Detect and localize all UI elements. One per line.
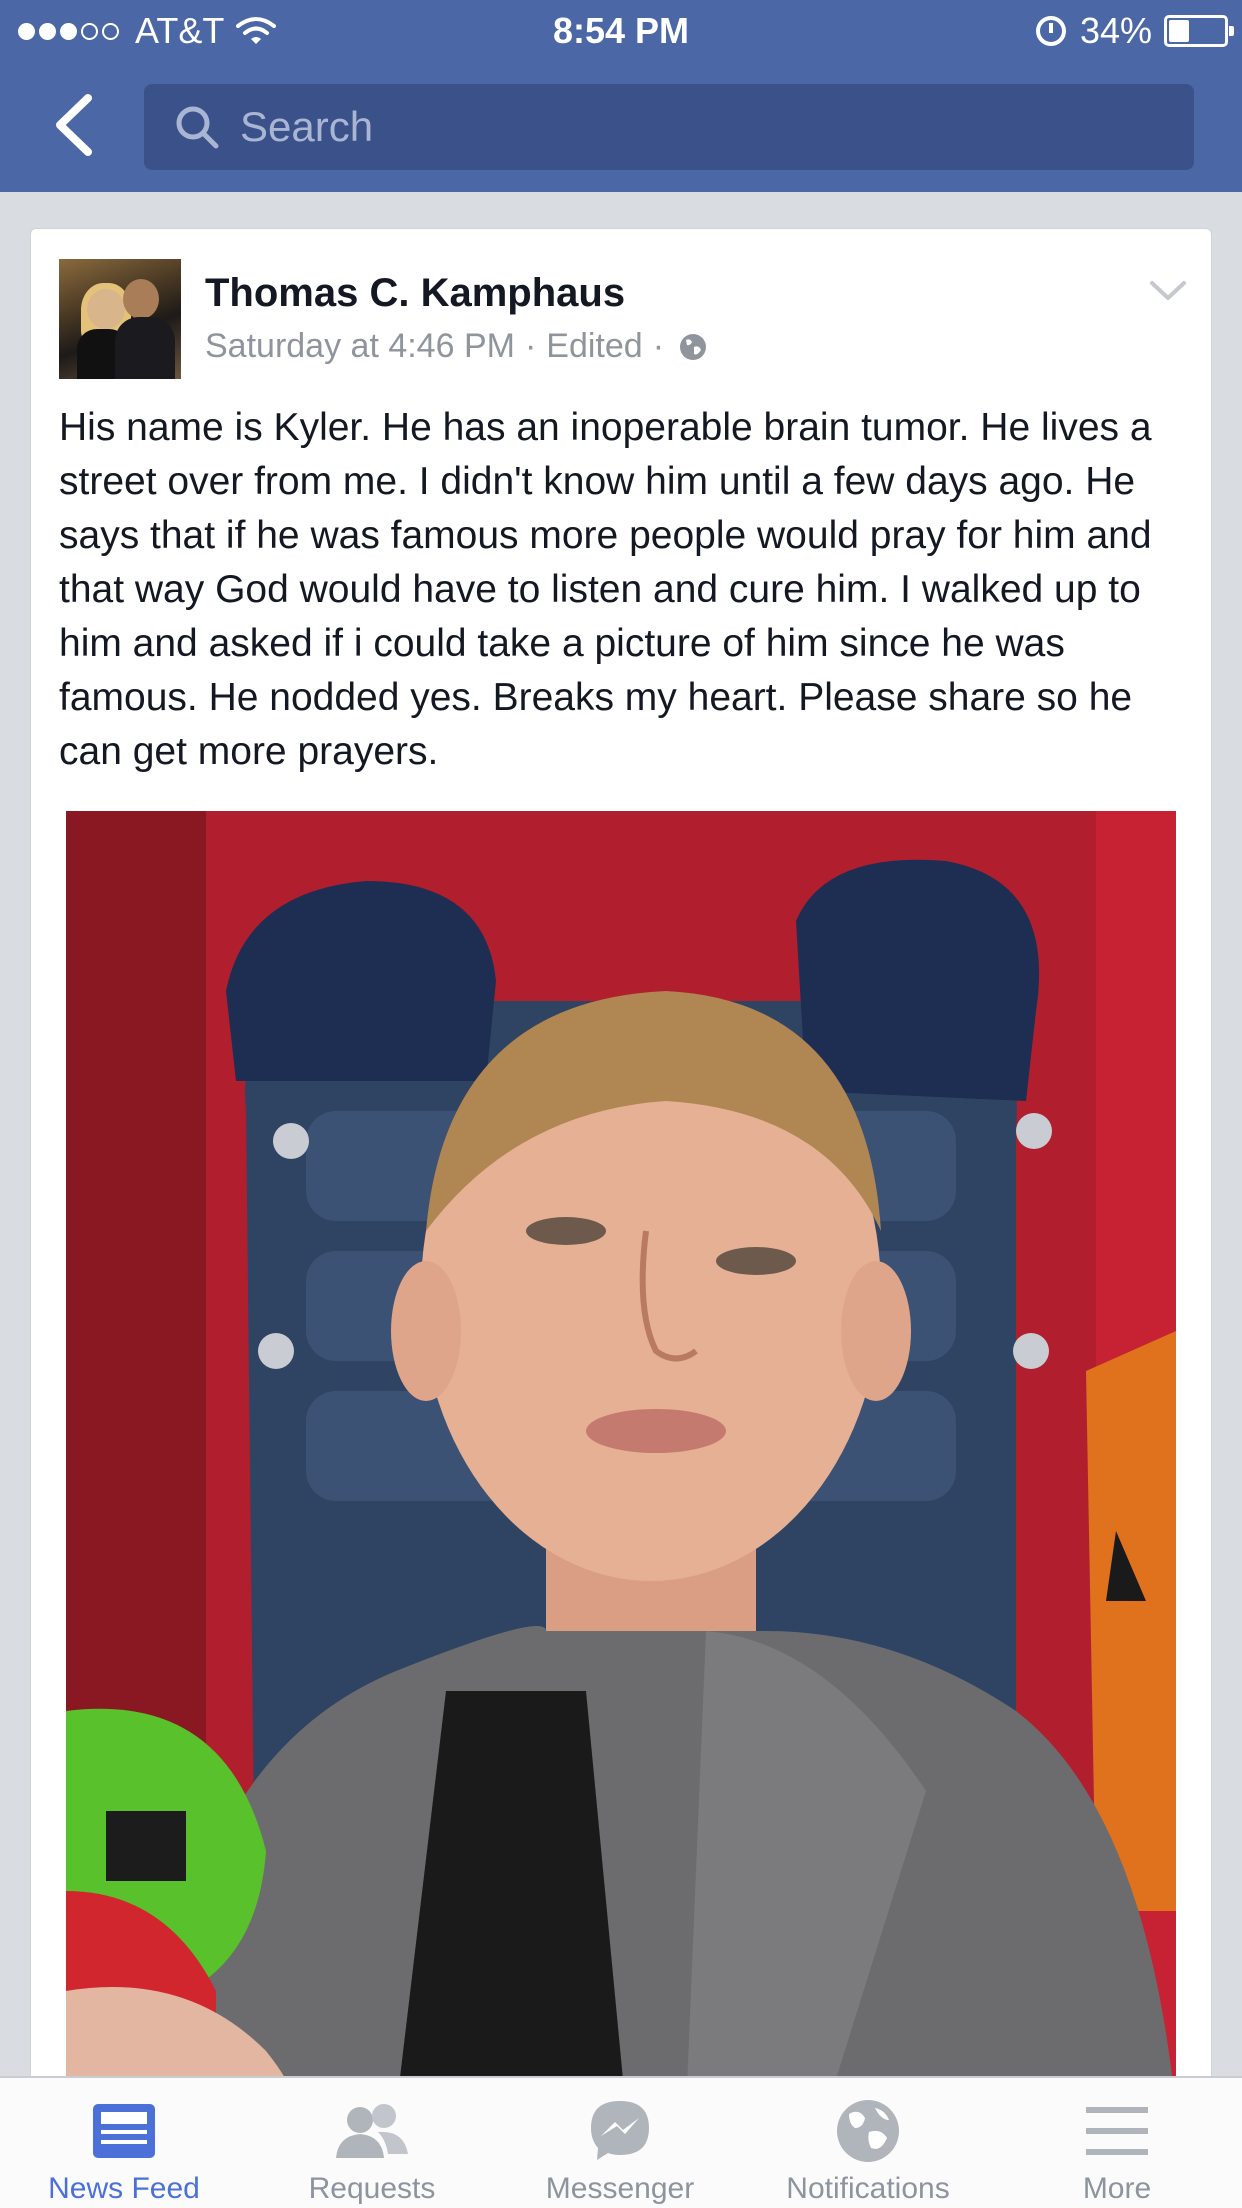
tab-notifications[interactable]: Notifications (744, 2078, 992, 2208)
globe-icon (837, 2100, 899, 2162)
status-bar: AT&T 8:54 PM 34% (0, 0, 1242, 62)
chevron-down-icon[interactable] (1149, 279, 1187, 303)
messenger-icon (591, 2101, 649, 2160)
search-input[interactable] (240, 103, 1140, 151)
edited-label[interactable]: Edited (546, 327, 642, 366)
tab-requests[interactable]: Requests (248, 2078, 496, 2208)
post-photo[interactable] (66, 811, 1176, 2097)
tab-label: News Feed (48, 2172, 200, 2205)
meta-separator: · (652, 327, 665, 365)
tab-more[interactable]: More (992, 2078, 1242, 2208)
post-text: His name is Kyler. He has an inoperable … (59, 406, 1152, 773)
tab-label: Requests (308, 2172, 436, 2205)
tab-news-feed[interactable]: News Feed (0, 2078, 248, 2208)
post-timestamp[interactable]: Saturday at 4:46 PM (205, 327, 515, 366)
meta-separator: · (524, 327, 537, 365)
tab-bar: News Feed Requests Messenger Notificatio… (0, 2076, 1242, 2208)
tab-messenger[interactable]: Messenger (496, 2078, 744, 2208)
photo-illustration (66, 811, 1176, 2097)
status-right: 34% (1035, 10, 1234, 52)
globe-icon (680, 333, 707, 360)
tab-label: Messenger (545, 2172, 695, 2205)
author-name[interactable]: Thomas C. Kamphaus (205, 271, 625, 316)
news-feed-icon (93, 2104, 155, 2158)
search-icon (176, 106, 219, 149)
author-avatar[interactable] (59, 259, 181, 379)
alarm-icon (1035, 16, 1066, 46)
tab-label: Notifications (786, 2172, 950, 2205)
battery-percent: 34% (1079, 10, 1152, 51)
post-meta: Saturday at 4:46 PM · Edited · (205, 327, 708, 366)
post-card: Thomas C. Kamphaus Saturday at 4:46 PM ·… (30, 228, 1212, 2098)
menu-icon (1086, 2107, 1148, 2155)
app-header: AT&T 8:54 PM 34% (0, 0, 1242, 192)
search-bar[interactable] (144, 84, 1194, 170)
battery-icon (1164, 15, 1234, 47)
back-arrow-icon[interactable] (52, 92, 96, 158)
battery-fill (1169, 20, 1189, 42)
tab-label: More (1082, 2172, 1152, 2205)
requests-icon (336, 2104, 408, 2158)
